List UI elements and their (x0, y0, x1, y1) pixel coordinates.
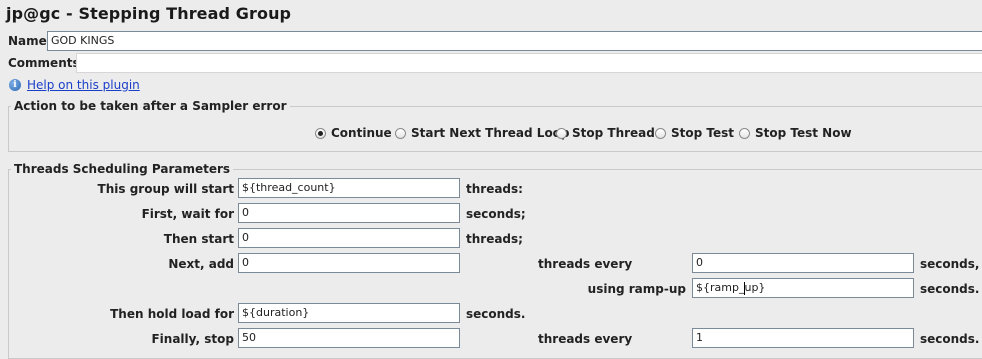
hold-load-label: Then hold load for (110, 307, 234, 321)
finally-stop-field[interactable]: 50 (238, 328, 460, 348)
radio-button-icon (395, 127, 406, 139)
next-add-label: Next, add (168, 257, 234, 271)
ramp-up-unit: seconds. (920, 282, 980, 296)
ramp-up-text-after: up} (744, 281, 766, 294)
radio-label: Start Next Thread Loop (411, 126, 570, 140)
radio-start-next-thread-loop[interactable]: Start Next Thread Loop (395, 126, 570, 140)
initial-delay-field[interactable]: 0 (238, 203, 460, 223)
radio-label: Stop Thread (572, 126, 655, 140)
finally-stop-label: Finally, stop (151, 332, 234, 346)
then-start-unit: threads; (466, 232, 523, 246)
comments-label: Comments: (8, 56, 85, 70)
comments-field[interactable] (76, 53, 982, 73)
radio-button-icon (655, 127, 666, 139)
radio-label: Stop Test Now (755, 126, 852, 140)
next-add-unit: seconds, (920, 257, 980, 271)
finally-stop-unit: seconds. (920, 332, 980, 346)
finally-stop-every-field[interactable]: 1 (692, 328, 914, 348)
radio-stop-test[interactable]: Stop Test (655, 126, 734, 140)
initial-delay-unit: seconds; (466, 207, 526, 221)
name-label: Name: (8, 34, 52, 48)
name-field[interactable]: GOD KINGS (47, 31, 982, 51)
sampler-error-title: Action to be taken after a Sampler error (11, 99, 290, 113)
help-link[interactable]: Help on this plugin (27, 78, 140, 92)
then-start-label: Then start (163, 232, 234, 246)
start-threads-unit: threads: (466, 182, 523, 196)
radio-stop-test-now[interactable]: Stop Test Now (739, 126, 852, 140)
ramp-up-text-before: ${ramp_ (696, 281, 745, 294)
radio-label: Stop Test (671, 126, 734, 140)
initial-delay-label: First, wait for (141, 207, 234, 221)
finally-stop-every-label: threads every (538, 332, 633, 346)
ramp-up-field[interactable]: ${ramp_up} (692, 278, 914, 298)
radio-continue[interactable]: Continue (315, 126, 392, 140)
page-title: jp@gc - Stepping Thread Group (6, 4, 292, 23)
hold-load-unit: seconds. (466, 307, 526, 321)
radio-button-icon (739, 127, 750, 139)
then-start-field[interactable]: 0 (238, 228, 460, 248)
next-add-every-field[interactable]: 0 (692, 253, 914, 273)
radio-label: Continue (331, 126, 392, 140)
start-threads-label: This group will start (97, 182, 234, 196)
start-threads-field[interactable]: ${thread_count} (238, 178, 460, 198)
info-icon: i (9, 79, 21, 91)
next-add-every-label: threads every (538, 257, 633, 271)
hold-load-field[interactable]: ${duration} (238, 303, 460, 323)
ramp-up-label: using ramp-up (587, 282, 686, 296)
radio-button-icon (556, 127, 567, 139)
next-add-field[interactable]: 0 (238, 253, 460, 273)
scheduling-title: Threads Scheduling Parameters (11, 162, 234, 176)
radio-button-icon (315, 127, 326, 139)
radio-stop-thread[interactable]: Stop Thread (556, 126, 655, 140)
